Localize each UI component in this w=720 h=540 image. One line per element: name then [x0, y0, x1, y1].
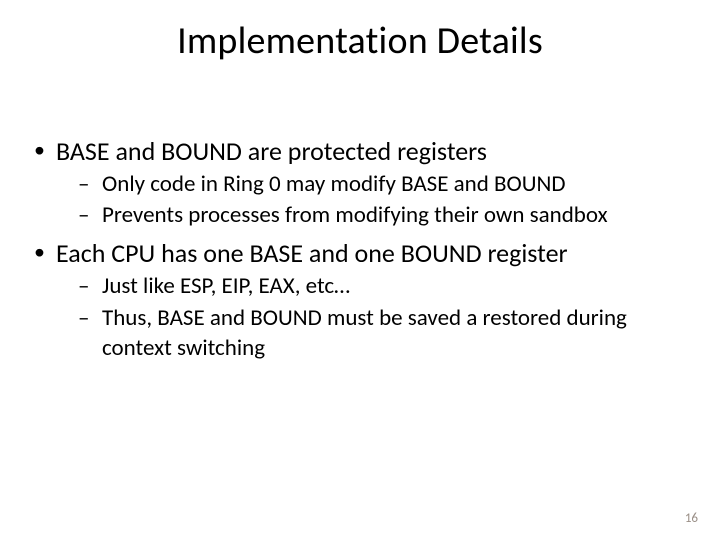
sub-bullet-item: Only code in Ring 0 may modify BASE and …	[56, 170, 690, 200]
bullet-list: BASE and BOUND are protected registers O…	[30, 135, 690, 363]
slide-body: BASE and BOUND are protected registers O…	[30, 135, 690, 369]
slide-title: Implementation Details	[0, 18, 720, 64]
sub-bullet-list: Just like ESP, EIP, EAX, etc… Thus, BASE…	[56, 272, 690, 364]
sub-bullet-item: Thus, BASE and BOUND must be saved a res…	[56, 304, 690, 364]
sub-bullet-item: Just like ESP, EIP, EAX, etc…	[56, 272, 690, 302]
slide: Implementation Details BASE and BOUND ar…	[0, 0, 720, 540]
bullet-text: BASE and BOUND are protected registers	[56, 135, 487, 167]
sub-bullet-item: Prevents processes from modifying their …	[56, 201, 690, 231]
bullet-item: BASE and BOUND are protected registers O…	[30, 135, 690, 231]
sub-bullet-list: Only code in Ring 0 may modify BASE and …	[56, 170, 690, 232]
page-number: 16	[685, 511, 698, 526]
bullet-text: Each CPU has one BASE and one BOUND regi…	[56, 237, 568, 269]
bullet-item: Each CPU has one BASE and one BOUND regi…	[30, 237, 690, 363]
